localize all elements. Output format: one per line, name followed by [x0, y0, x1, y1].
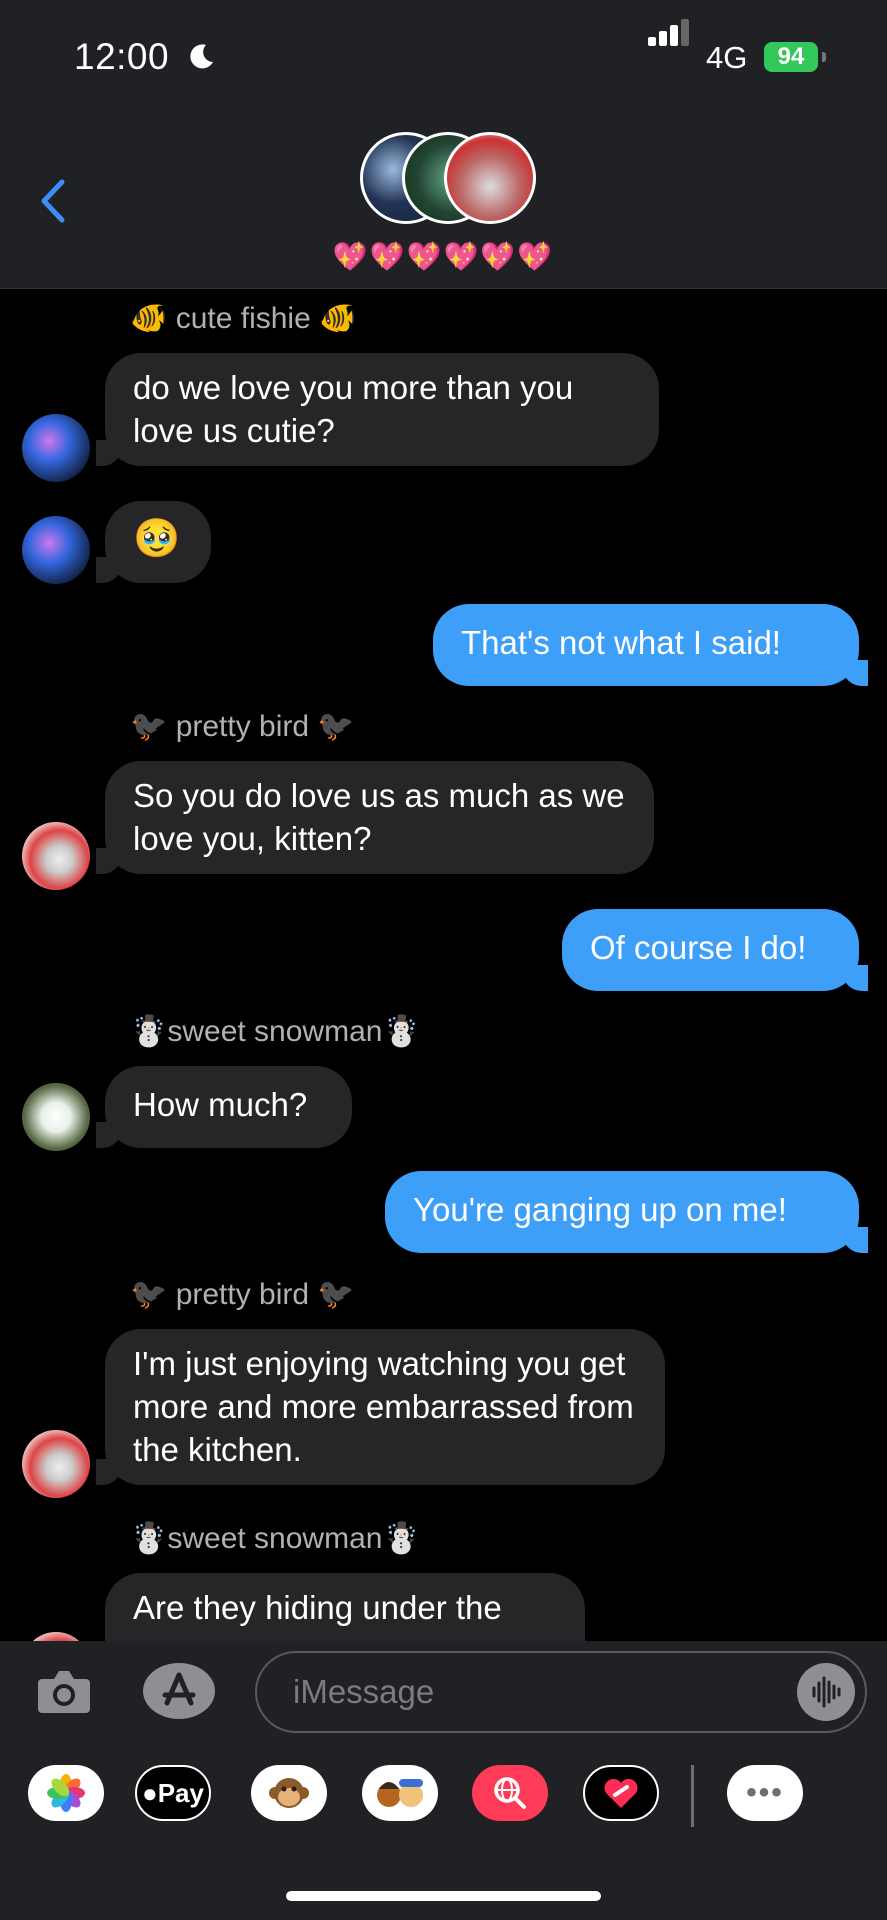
sender-avatar[interactable] — [22, 1083, 90, 1151]
message-text: So you do love us as much as we love you… — [133, 777, 625, 857]
conversation-header: 💖💖💖💖💖💖 — [0, 110, 887, 289]
camera-icon[interactable] — [36, 1665, 92, 1717]
photos-flower-glyph — [47, 1774, 85, 1812]
message-emoji: 🥹 — [133, 518, 181, 560]
photos-app-icon[interactable] — [28, 1765, 104, 1821]
sender-avatar[interactable] — [22, 1632, 90, 1641]
home-indicator[interactable] — [286, 1891, 601, 1901]
sender-name: ☃️sweet snowman☃️ — [130, 1015, 420, 1048]
sender-avatar[interactable] — [22, 516, 90, 584]
message-text: That's not what I said! — [461, 624, 781, 661]
message-text: I'm just enjoying watching you get more … — [133, 1345, 634, 1468]
message-bubble-incoming[interactable]: I'm just enjoying watching you get more … — [96, 1329, 665, 1485]
sender-name: ☃️sweet snowman☃️ — [130, 1522, 420, 1555]
message-bubble-incoming[interactable]: do we love you more than you love us cut… — [96, 353, 659, 466]
apple-logo-icon: ● — [142, 1777, 158, 1808]
message-text: do we love you more than you love us cut… — [133, 369, 574, 449]
status-time: 12:00 — [74, 36, 170, 77]
sender-avatar[interactable] — [22, 1430, 90, 1498]
more-apps-button[interactable]: ••• — [727, 1765, 803, 1821]
monkey-face-icon — [269, 1778, 309, 1808]
memoji-faces-icon — [377, 1779, 423, 1807]
message-bubble-incoming[interactable]: Are they hiding under the — [105, 1573, 585, 1641]
group-name[interactable]: 💖💖💖💖💖💖 — [0, 240, 887, 273]
apple-pay-app-icon[interactable]: ● Pay — [135, 1765, 211, 1821]
compose-bar: iMessage — [0, 1641, 887, 1743]
message-bubble-incoming[interactable]: 🥹 — [96, 501, 211, 583]
animoji-monkey-app-icon[interactable] — [251, 1765, 327, 1821]
battery-indicator: 94 — [764, 42, 818, 72]
voice-message-button[interactable] — [797, 1663, 855, 1721]
sender-avatar[interactable] — [22, 414, 90, 482]
battery-nub — [822, 52, 826, 62]
message-text: You're ganging up on me! — [413, 1191, 787, 1228]
heart-icon — [604, 1778, 638, 1808]
do-not-disturb-moon-icon — [190, 44, 213, 69]
back-chevron-icon[interactable] — [34, 176, 74, 226]
heart-app-icon[interactable] — [583, 1765, 659, 1821]
message-input[interactable]: iMessage — [255, 1651, 867, 1733]
message-text: Of course I do! — [590, 929, 807, 966]
more-apps-label: ••• — [746, 1776, 784, 1809]
imessage-app-drawer: ● Pay ••• — [0, 1743, 887, 1920]
group-avatar-cat — [444, 132, 536, 224]
message-text: How much? — [133, 1086, 308, 1123]
app-store-icon[interactable] — [143, 1663, 215, 1719]
sender-name: 🐦‍⬛ pretty bird 🐦‍⬛ — [130, 1278, 355, 1311]
message-bubble-incoming[interactable]: So you do love us as much as we love you… — [96, 761, 654, 874]
status-bar: 12:00 4G 94 — [0, 0, 887, 110]
message-text: Are they hiding under the — [133, 1589, 502, 1626]
sender-avatar[interactable] — [22, 822, 90, 890]
network-type: 4G — [706, 40, 748, 75]
message-bubble-outgoing[interactable]: You're ganging up on me! — [385, 1171, 868, 1253]
image-search-app-icon[interactable] — [472, 1765, 548, 1821]
sender-name: 🐠 cute fishie 🐠 — [130, 302, 357, 335]
message-input-placeholder: iMessage — [293, 1673, 435, 1710]
app-drawer-divider — [691, 1765, 694, 1827]
message-bubble-outgoing[interactable]: That's not what I said! — [433, 604, 868, 686]
app-store-a-glyph — [162, 1672, 196, 1706]
sender-name: 🐦‍⬛ pretty bird 🐦‍⬛ — [130, 710, 355, 743]
message-bubble-incoming[interactable]: How much? — [96, 1066, 352, 1148]
message-bubble-outgoing[interactable]: Of course I do! — [562, 909, 868, 991]
message-transcript[interactable]: 🐠 cute fishie 🐠 do we love you more than… — [0, 289, 887, 1641]
memoji-app-icon[interactable] — [362, 1765, 438, 1821]
apple-pay-label: Pay — [157, 1777, 204, 1808]
group-avatar-stack[interactable] — [360, 132, 536, 232]
waveform-icon — [812, 1676, 841, 1708]
globe-search-icon — [494, 1777, 526, 1809]
